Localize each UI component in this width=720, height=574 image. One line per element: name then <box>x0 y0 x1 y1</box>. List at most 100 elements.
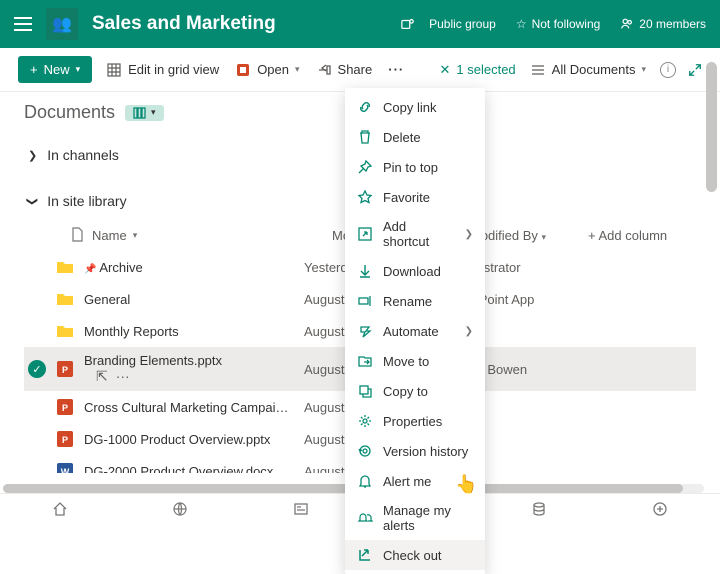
hamburger-icon[interactable] <box>14 17 32 31</box>
group-privacy: Public group <box>429 17 496 31</box>
edit-grid-button[interactable]: Edit in grid view <box>104 58 221 82</box>
move-icon <box>357 353 373 369</box>
view-pill[interactable]: ▾ <box>125 105 164 121</box>
svg-text:W: W <box>61 467 70 473</box>
site-logo[interactable]: 👥 <box>46 8 78 40</box>
down-icon <box>357 263 373 279</box>
menu-label: Move to <box>383 354 429 369</box>
link-icon <box>357 99 373 115</box>
menu-label: Automate <box>383 324 439 339</box>
expand-icon[interactable] <box>688 63 702 77</box>
svg-text:P: P <box>62 435 68 445</box>
prop-icon <box>357 413 373 429</box>
file-type-icon: P <box>56 398 74 416</box>
site-title: Sales and Marketing <box>92 13 387 35</box>
menu-rename[interactable]: Rename <box>345 286 485 316</box>
nav-add-icon[interactable] <box>652 501 668 517</box>
more-button[interactable]: ··· <box>386 58 406 81</box>
row-checkbox[interactable] <box>28 462 46 473</box>
pin-icon <box>357 159 373 175</box>
members-button[interactable]: 20 members <box>620 17 706 31</box>
rename-icon <box>357 293 373 309</box>
menu-label: Pin to top <box>383 160 438 175</box>
menu-label: Delete <box>383 130 421 145</box>
row-checkbox[interactable] <box>28 258 46 276</box>
menu-pin[interactable]: Pin to top <box>345 152 485 182</box>
menu-label: Manage my alerts <box>383 503 473 533</box>
row-checkbox[interactable] <box>28 322 46 340</box>
menu-bells[interactable]: Manage my alerts <box>345 496 485 540</box>
selection-count[interactable]: ✕ 1 selected <box>439 62 515 78</box>
menu-out[interactable]: Check out <box>345 540 485 570</box>
menu-bell[interactable]: Alert me <box>345 466 485 496</box>
menu-hist[interactable]: Version history <box>345 436 485 466</box>
row-more-icon[interactable]: ··· <box>116 368 130 385</box>
menu-trash[interactable]: Delete <box>345 122 485 152</box>
star-icon <box>357 189 373 205</box>
row-checkbox[interactable] <box>28 430 46 448</box>
open-button[interactable]: Open ▾ <box>233 58 301 82</box>
menu-label: Check out <box>383 548 442 563</box>
nav-globe-icon[interactable] <box>172 501 188 517</box>
menu-label: Version history <box>383 444 468 459</box>
scrollbar-vertical[interactable] <box>706 62 717 192</box>
nav-list-icon[interactable] <box>531 501 547 517</box>
menu-label: Download <box>383 264 441 279</box>
col-by[interactable]: Modified By ▾ <box>470 228 580 243</box>
share-icon[interactable]: ⇱ <box>96 368 108 385</box>
chevron-right-icon: ❯ <box>465 326 473 337</box>
chevron-right-icon: ❯ <box>465 229 473 240</box>
library-title: Documents <box>24 102 115 123</box>
auto-icon <box>357 323 373 339</box>
info-button[interactable]: i <box>660 62 676 78</box>
menu-copy[interactable]: Copy to <box>345 376 485 406</box>
bells-icon <box>357 510 373 526</box>
menu-prop[interactable]: Properties <box>345 406 485 436</box>
menu-down[interactable]: Download <box>345 256 485 286</box>
menu-label: Add shortcut <box>383 219 455 249</box>
nav-news-icon[interactable] <box>293 501 309 517</box>
context-menu: Copy link Delete Pin to top Favorite Add sho… <box>345 88 485 574</box>
bell-icon <box>357 473 373 489</box>
menu-label: Favorite <box>383 190 430 205</box>
out-icon <box>357 547 373 563</box>
file-icon <box>70 227 84 243</box>
nav-home-icon[interactable] <box>52 501 68 517</box>
menu-shortcut[interactable]: Add shortcut ❯ <box>345 212 485 256</box>
share-button[interactable]: Share <box>314 58 375 82</box>
suite-header: 👥 Sales and Marketing Public group ☆ Not… <box>0 0 720 48</box>
file-type-icon <box>56 322 74 340</box>
teams-icon[interactable] <box>401 17 415 31</box>
col-add[interactable]: + Add column <box>588 228 667 243</box>
file-name[interactable]: Cross Cultural Marketing Campaigns.pptx <box>84 400 294 415</box>
row-checkbox[interactable]: ✓ <box>28 360 46 378</box>
menu-label: Properties <box>383 414 442 429</box>
file-name[interactable]: DG-1000 Product Overview.pptx <box>84 432 294 447</box>
file-name[interactable]: DG-2000 Product Overview.docx <box>84 464 294 474</box>
follow-button[interactable]: ☆ Not following <box>516 17 600 31</box>
menu-auto[interactable]: Automate ❯ <box>345 316 485 346</box>
command-bar: + New ▾ Edit in grid view Open ▾ Share ·… <box>0 48 720 92</box>
menu-link[interactable]: Copy link <box>345 92 485 122</box>
file-type-icon: W <box>56 462 74 473</box>
file-name[interactable]: Branding Elements.pptx⇱··· <box>84 353 294 385</box>
copy-icon <box>357 383 373 399</box>
file-name[interactable]: 📌 Archive <box>84 260 294 275</box>
svg-text:P: P <box>62 365 68 375</box>
file-type-icon <box>56 258 74 276</box>
file-name[interactable]: General <box>84 292 294 307</box>
menu-move[interactable]: Move to <box>345 346 485 376</box>
view-switcher[interactable]: All Documents ▾ <box>528 58 648 82</box>
row-checkbox[interactable] <box>28 290 46 308</box>
svg-text:P: P <box>62 403 68 413</box>
shortcut-icon <box>357 226 373 242</box>
file-name[interactable]: Monthly Reports <box>84 324 294 339</box>
trash-icon <box>357 129 373 145</box>
menu-label: Copy to <box>383 384 428 399</box>
file-type-icon <box>56 290 74 308</box>
hist-icon <box>357 443 373 459</box>
col-name[interactable]: Name ▾ <box>92 228 324 243</box>
row-checkbox[interactable] <box>28 398 46 416</box>
menu-star[interactable]: Favorite <box>345 182 485 212</box>
new-button[interactable]: + New ▾ <box>18 56 92 83</box>
